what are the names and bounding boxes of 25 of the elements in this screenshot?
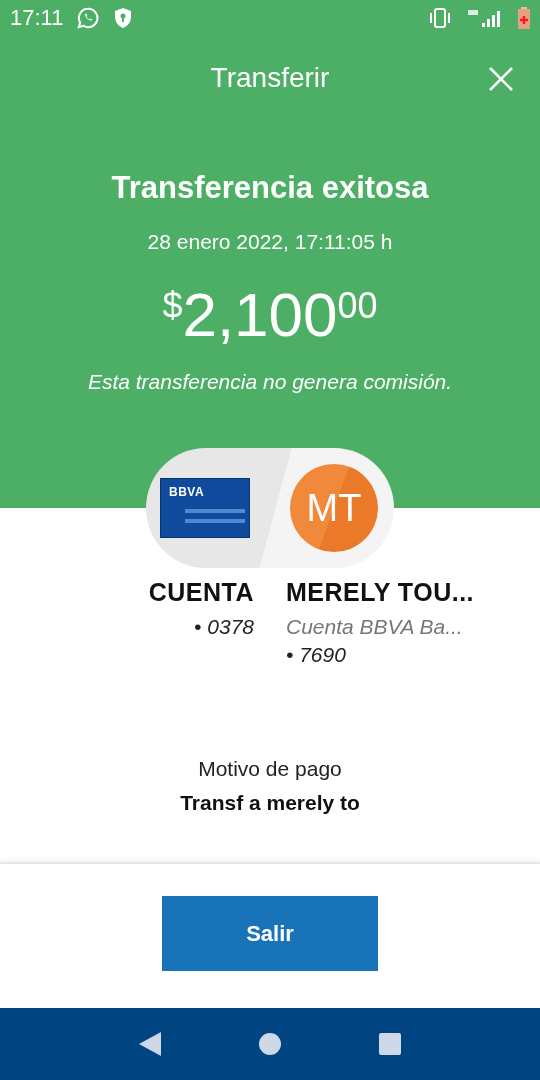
bank-logo: BBVA [169, 485, 205, 499]
chat-icon [77, 7, 100, 29]
exit-button[interactable]: Salir [162, 896, 378, 971]
amount: 2,100 [182, 284, 338, 346]
amount-cents: 00 [337, 288, 378, 324]
battery-icon [518, 7, 530, 29]
recipient-account-number: • 7690 [286, 643, 346, 667]
vibrate-icon [428, 8, 452, 28]
shield-icon [113, 7, 134, 29]
screen-title: Transferir [210, 62, 330, 94]
home-icon[interactable] [259, 1033, 281, 1055]
fee-note: Esta transferencia no genera comisión. [87, 370, 453, 394]
card-stripes-icon [185, 509, 245, 523]
back-icon[interactable] [139, 1032, 161, 1056]
reason-label: Motivo de pago [198, 757, 342, 781]
currency-symbol: $ [162, 288, 183, 324]
origin-account-number: • 0378 [194, 615, 254, 639]
recipient-bank: Cuenta BBVA Ba... [286, 615, 463, 639]
transfer-date: 28 enero 2022, 17:11:05 h [147, 230, 393, 254]
recipient-name: MERELY TOU... [286, 578, 475, 607]
origin-account-name: CUENTA [148, 578, 254, 607]
initials-avatar: MT [290, 464, 378, 552]
reason-value: Transf a merely to [180, 791, 360, 815]
status-time: 17:11 [10, 5, 64, 31]
success-heading: Transferencia exitosa [111, 170, 429, 206]
